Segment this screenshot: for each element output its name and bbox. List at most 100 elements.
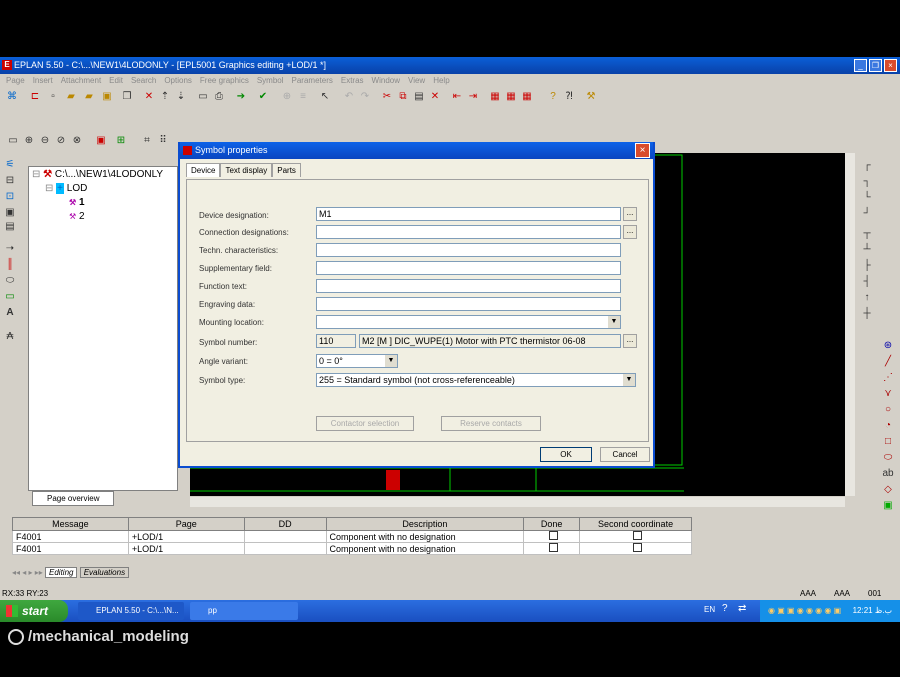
project-icon[interactable]: ⌘ [5, 90, 19, 104]
corner-tl-icon[interactable]: ┌ [860, 159, 874, 173]
reserve-contacts-button[interactable]: Reserve contacts [441, 416, 541, 431]
tee-right-icon[interactable]: ├ [860, 259, 874, 273]
page-down-icon[interactable]: ⇣ [174, 90, 188, 104]
structure-icon[interactable]: ▭ [3, 290, 17, 304]
rectangle-draw-icon[interactable]: □ [881, 435, 895, 449]
zoom-out-icon[interactable]: ⊖ [38, 134, 52, 148]
pointer-icon[interactable]: ↖ [318, 90, 332, 104]
arrow-up-icon[interactable]: ↑ [860, 291, 874, 305]
dialog-close-button[interactable]: × [635, 143, 650, 158]
device-designation-input[interactable]: M1 [316, 207, 621, 221]
menu-page[interactable]: Page [2, 74, 29, 88]
zoom-window-icon[interactable]: ⊘ [54, 134, 68, 148]
folder-icon[interactable]: ▰ [82, 90, 96, 104]
paste-icon[interactable]: ▤ [412, 90, 426, 104]
col-page[interactable]: Page [127, 517, 245, 531]
help-icon[interactable]: ? [546, 90, 560, 104]
second-coordinate-checkbox[interactable] [632, 543, 642, 552]
window-icon[interactable]: ▭ [196, 90, 210, 104]
special-text-icon[interactable]: ₳ [3, 330, 17, 344]
text-icon[interactable]: A [3, 306, 17, 320]
cut-icon[interactable]: ✂ [380, 90, 394, 104]
black-box-icon[interactable]: ▣ [3, 206, 17, 220]
symbol-icon[interactable]: ▣ [94, 134, 108, 148]
window-cascade-icon[interactable]: ▦ [488, 90, 502, 104]
menu-symbol[interactable]: Symbol [253, 74, 288, 88]
tool-icon[interactable]: ⚒ [584, 90, 598, 104]
done-checkbox[interactable] [548, 531, 558, 540]
cancel-button[interactable]: Cancel [600, 447, 650, 462]
angle-variant-select[interactable]: 0 = 0° ▼ [316, 354, 398, 368]
page-overview-tab[interactable]: Page overview [32, 491, 114, 506]
zoom-icon[interactable]: ⊕ [280, 90, 294, 104]
tree-root[interactable]: ⊟ ⚒ C:\...\NEW1\4LODONLY [32, 169, 163, 180]
menu-edit[interactable]: Edit [105, 74, 127, 88]
canvas-vertical-scrollbar[interactable] [845, 153, 855, 496]
save-icon[interactable]: ▣ [100, 90, 114, 104]
zoom-all-icon[interactable]: ⊗ [70, 134, 84, 148]
redo-icon[interactable]: ↷ [358, 90, 372, 104]
menu-search[interactable]: Search [127, 74, 160, 88]
device-designation-browse-button[interactable]: ... [623, 207, 637, 221]
menu-view[interactable]: View [404, 74, 429, 88]
table-row[interactable]: F4001 +LOD/1 Component with no designati… [12, 542, 692, 555]
menu-window[interactable]: Window [368, 74, 404, 88]
corner-bl-icon[interactable]: └ [860, 191, 874, 205]
taskbar-folder-pp[interactable]: pp [190, 602, 298, 620]
menu-free-graphics[interactable]: Free graphics [196, 74, 253, 88]
macro-icon[interactable]: ⊟ [3, 174, 17, 188]
image-icon[interactable]: ▣ [881, 499, 895, 513]
delete-page-icon[interactable]: ✕ [142, 90, 156, 104]
contactor-selection-button[interactable]: Contactor selection [316, 416, 414, 431]
symbol-number-input[interactable]: 110 [316, 334, 356, 348]
canvas-horizontal-scrollbar[interactable] [190, 497, 845, 507]
context-help-icon[interactable]: ⁈ [562, 90, 576, 104]
cable-icon[interactable]: ⬭ [3, 274, 17, 288]
col-message[interactable]: Message [12, 517, 129, 531]
ok-button[interactable]: OK [540, 447, 592, 462]
delete-icon[interactable]: ✕ [428, 90, 442, 104]
copy-symbol-icon[interactable]: ⧉ [396, 90, 410, 104]
tee-up-icon[interactable]: ┴ [860, 243, 874, 257]
symbol-number-browse-button[interactable]: ... [623, 334, 637, 348]
symbol-type-select[interactable]: 255 = Standard symbol (not cross-referen… [316, 373, 636, 387]
tab-parts[interactable]: Parts [272, 163, 301, 177]
menu-attachment[interactable]: Attachment [57, 74, 105, 88]
language-indicator[interactable]: EN [704, 605, 715, 614]
spline-icon[interactable]: ⋎ [881, 387, 895, 401]
polyline-icon[interactable]: ⋰ [881, 371, 895, 385]
connection-designations-browse-button[interactable]: ... [623, 225, 637, 239]
check-icon[interactable]: ✔ [256, 90, 270, 104]
engraving-data-input[interactable] [316, 297, 621, 311]
restore-button[interactable]: ❐ [869, 59, 882, 72]
menu-extras[interactable]: Extras [337, 74, 368, 88]
minimize-button[interactable]: _ [854, 59, 867, 72]
line-icon[interactable]: ╱ [881, 355, 895, 369]
tree-page-2[interactable]: ⚒ 2 [69, 211, 85, 222]
tab-editing[interactable]: Editing [45, 567, 78, 578]
col-done[interactable]: Done [523, 517, 581, 531]
menu-insert[interactable]: Insert [29, 74, 57, 88]
page-up-icon[interactable]: ⇡ [158, 90, 172, 104]
window-grid-icon[interactable]: ▦ [520, 90, 534, 104]
menu-options[interactable]: Options [160, 74, 196, 88]
connection-icon[interactable]: ⊡ [3, 190, 17, 204]
arc-icon[interactable]: ◔ [881, 419, 895, 433]
tab-device[interactable]: Device [186, 163, 221, 177]
help-tray-icon[interactable]: ? [722, 603, 728, 614]
col-description[interactable]: Description [325, 517, 525, 531]
tab-text-display[interactable]: Text display [220, 163, 273, 177]
second-coordinate-checkbox[interactable] [632, 531, 642, 540]
table-row[interactable]: F4001 +LOD/1 Component with no designati… [12, 530, 692, 543]
arrow-icon[interactable]: ➝ [3, 242, 17, 256]
col-dd[interactable]: DD [243, 517, 327, 531]
zoom-in-icon[interactable]: ⊕ [22, 134, 36, 148]
terminal-icon[interactable]: ║ [3, 258, 17, 272]
tray-icons[interactable]: ◉ ▣ ▣ ◉ ◉ ◉ ◉ ▣ [768, 600, 841, 622]
tree-page-1[interactable]: ⚒ 1 [69, 197, 85, 208]
draw-symbol-icon[interactable]: ⊛ [881, 339, 895, 353]
clock[interactable]: 12:21 ب.ظ [853, 600, 892, 622]
cross-icon[interactable]: ┼ [860, 307, 874, 321]
corner-tr-icon[interactable]: ┐ [860, 175, 874, 189]
list-icon[interactable]: ≡ [296, 90, 310, 104]
